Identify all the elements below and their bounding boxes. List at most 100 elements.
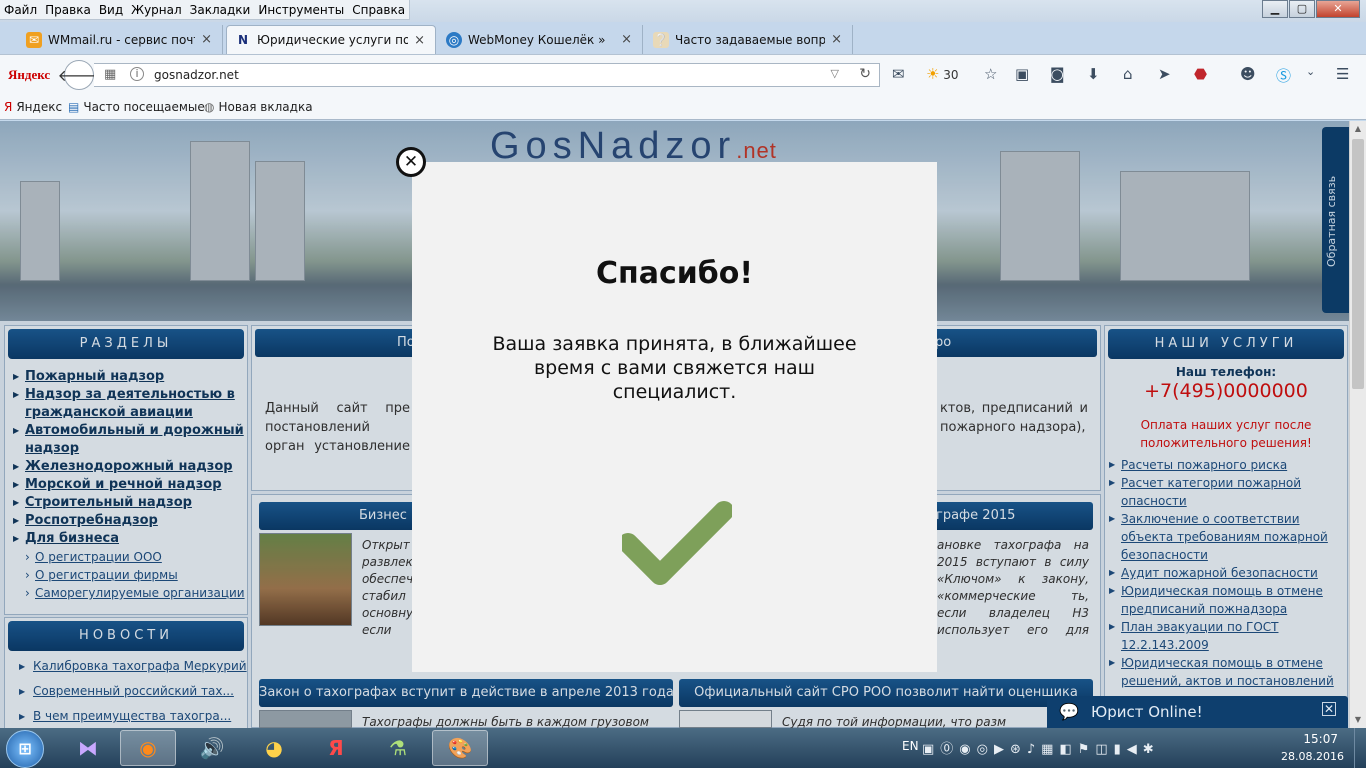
taskbar-app-visualstudio[interactable]: ⧓ [60, 730, 116, 766]
taskbar-app-firefox[interactable]: ◉ [120, 730, 176, 766]
taskbar: ⊞ ⧓ ◉ 🔊 ◕ Я ⚗ 🎨 EN ▣⓪◉◎▶⊛♪▦◧⚑◫▮◀✱ 15:07 … [0, 728, 1366, 768]
menu-file[interactable]: Файл [0, 0, 41, 19]
tab-label: Часто задаваемые вопрос... [675, 32, 826, 47]
clock-time[interactable]: 15:07 [1303, 732, 1338, 746]
menu-help[interactable]: Справка [348, 0, 409, 19]
back-button[interactable]: 🡐 [58, 60, 100, 90]
taskbar-app-flask[interactable]: ⚗ [370, 730, 426, 766]
taskbar-app-chrome[interactable]: ◕ [246, 730, 302, 766]
url-text: gosnadzor.net [154, 68, 239, 82]
tab-label: Юридические услуги по г... [257, 33, 409, 47]
bookmark-label: Новая вкладка [218, 100, 313, 114]
menu-view[interactable]: Вид [95, 0, 127, 19]
modal-message: Ваша заявка принята, в ближайшее время с… [492, 333, 857, 403]
globe-icon: ◍ [204, 100, 215, 114]
adblock-icon[interactable]: ⬣ [1194, 65, 1207, 83]
hamburger-menu-icon[interactable]: ☰ [1336, 65, 1349, 83]
frequent-icon: ▤ [68, 100, 80, 114]
tab-gosnadzor[interactable]: N Юридические услуги по г... × [226, 25, 436, 54]
tab-webmoney[interactable]: ◎ WebMoney Кошелёк » × [438, 25, 643, 54]
pocket-icon[interactable]: ◙ [1050, 65, 1065, 83]
page-scrollbar[interactable]: ▲ ▼ [1349, 121, 1366, 728]
home-icon[interactable]: ⌂ [1123, 65, 1133, 83]
download-icon[interactable]: ⬇ [1087, 65, 1100, 83]
weather-temp: 30 [943, 68, 959, 82]
yandex-icon: Я [4, 100, 13, 114]
flask-icon: ⚗ [389, 736, 407, 760]
tab-close-icon[interactable]: × [414, 33, 425, 48]
scroll-down-icon[interactable]: ▼ [1350, 712, 1366, 728]
webmoney-icon: ◎ [446, 31, 462, 48]
tray-icons[interactable]: ▣⓪◉◎▶⊛♪▦◧⚑◫▮◀✱ [922, 738, 1160, 757]
menu-edit[interactable]: Правка [41, 0, 95, 19]
taskbar-app-yandex[interactable]: Я [308, 730, 364, 766]
info-icon[interactable]: i [130, 67, 144, 81]
chat-bubble-icon[interactable]: ☻ [1240, 65, 1256, 83]
reload-icon[interactable]: ↻ [859, 66, 871, 82]
skype-icon[interactable]: Ⓢ [1276, 65, 1291, 86]
star-icon[interactable]: ☆ [984, 65, 997, 83]
wmmail-icon: ✉ [26, 31, 42, 48]
maximize-button[interactable]: ▢ [1289, 0, 1315, 18]
sun-icon: ☀ [926, 65, 940, 83]
taskbar-app-paint[interactable]: 🎨 [432, 730, 488, 766]
gosnadzor-icon: N [237, 33, 249, 47]
show-desktop-button[interactable] [1354, 728, 1366, 768]
url-bar[interactable]: ▦ i gosnadzor.net ▽ ↻ [94, 63, 880, 87]
tab-wmmail[interactable]: ✉ WMmail.ru - сервис почт... × [18, 25, 223, 54]
thank-you-modal: Спасибо! Ваша заявка принята, в ближайше… [412, 162, 937, 672]
faq-icon: ❔ [653, 31, 669, 48]
tab-faq[interactable]: ❔ Часто задаваемые вопрос... × [645, 25, 853, 54]
scrollbar-thumb[interactable] [1352, 139, 1364, 389]
chevron-down-icon[interactable]: ⌄ [1306, 65, 1315, 78]
menu-bar: Файл Правка Вид Журнал Закладки Инструме… [0, 0, 1366, 22]
language-indicator[interactable]: EN [902, 739, 919, 753]
chat-icon: 💬 [1059, 702, 1079, 721]
scroll-up-icon[interactable]: ▲ [1350, 121, 1366, 137]
bookmark-new-tab[interactable]: ◍ Новая вкладка [204, 100, 313, 114]
window-controls: ▁ ▢ ✕ [1261, 0, 1360, 18]
bookmark-frequent[interactable]: ▤ Часто посещаемые [68, 100, 205, 114]
clipboard-icon[interactable]: ▣ [1015, 65, 1029, 83]
chat-close-icon[interactable]: ✕ [1322, 702, 1336, 716]
close-icon: ✕ [403, 151, 419, 172]
system-tray: EN ▣⓪◉◎▶⊛♪▦◧⚑◫▮◀✱ 15:07 28.08.2016 [900, 728, 1366, 768]
close-window-button[interactable]: ✕ [1316, 0, 1360, 18]
checkmark-icon [622, 501, 732, 585]
send-icon[interactable]: ➤ [1158, 65, 1171, 83]
modal-close-button[interactable]: ✕ [396, 147, 426, 177]
bookmarks-bar: Я Яндекс ▤ Часто посещаемые ◍ Новая вкладка [0, 94, 1366, 120]
menu-bookmarks[interactable]: Закладки [186, 0, 255, 19]
clock-date[interactable]: 28.08.2016 [1281, 750, 1344, 763]
tab-strip: ✉ WMmail.ru - сервис почт... × N Юридиче… [0, 22, 1366, 71]
reader-icon[interactable]: ▦ [104, 67, 116, 82]
firefox-icon: ◉ [139, 736, 157, 760]
chevron-down-icon[interactable]: ▽ [831, 67, 839, 80]
menu-items: Файл Правка Вид Журнал Закладки Инструме… [0, 0, 411, 20]
weather-widget[interactable]: ☀ 30 [926, 65, 959, 83]
speaker-icon: 🔊 [199, 736, 225, 760]
mail-icon[interactable]: ✉ [892, 65, 905, 83]
tab-close-icon[interactable]: × [831, 32, 842, 47]
yandex-browser-icon: Я [328, 736, 344, 760]
visual-studio-icon: ⧓ [78, 736, 98, 760]
menu-tools[interactable]: Инструменты [254, 0, 348, 19]
modal-title: Спасибо! [595, 256, 754, 291]
bookmark-label: Часто посещаемые [83, 100, 205, 114]
bookmark-label: Яндекс [16, 100, 63, 114]
minimize-button[interactable]: ▁ [1262, 0, 1288, 18]
tab-close-icon[interactable]: × [621, 32, 632, 47]
menu-history[interactable]: Журнал [127, 0, 186, 19]
yandex-logo[interactable]: Яндекс [8, 67, 50, 83]
navigation-bar: Яндекс 🡐 ▦ i gosnadzor.net ▽ ↻ ✉ ☀ 30 ☆ … [0, 54, 1366, 94]
tab-label: WMmail.ru - сервис почт... [48, 32, 195, 47]
chrome-icon: ◕ [265, 736, 283, 760]
tab-close-icon[interactable]: × [201, 32, 212, 47]
taskbar-app-speaker[interactable]: 🔊 [184, 730, 240, 766]
bookmark-yandex[interactable]: Я Яндекс [4, 100, 62, 114]
palette-icon: 🎨 [447, 736, 473, 760]
chat-label: Юрист Online! [1091, 703, 1203, 721]
chat-widget[interactable]: 💬 Юрист Online! ✕ [1047, 696, 1348, 728]
start-button[interactable]: ⊞ [6, 730, 44, 768]
tab-label: WebMoney Кошелёк » [468, 32, 606, 47]
